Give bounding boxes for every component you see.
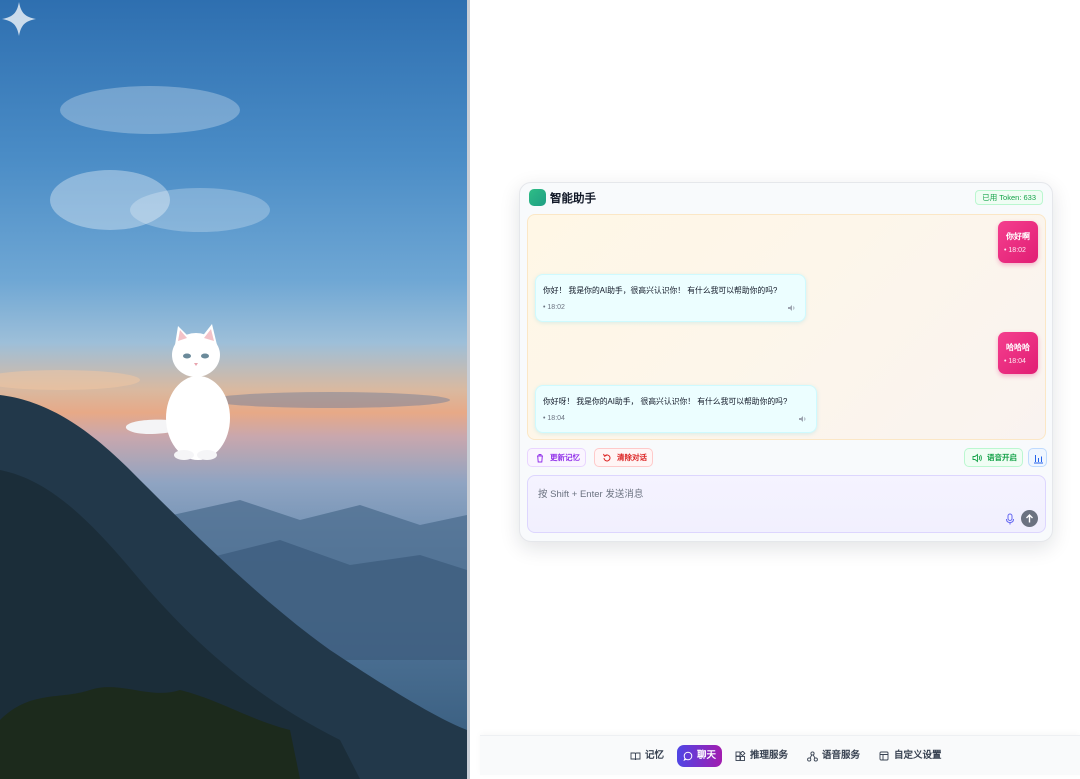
landscape-illustration bbox=[0, 86, 467, 779]
message-time: 18:02 bbox=[1008, 247, 1026, 254]
speaker-icon[interactable] bbox=[798, 415, 807, 425]
speaker-icon[interactable] bbox=[787, 304, 796, 314]
user-message: 你好啊 • 18:02 bbox=[998, 221, 1038, 263]
token-usage-badge: 已用 Token: 633 bbox=[975, 190, 1043, 205]
message-input-area[interactable] bbox=[527, 475, 1046, 533]
clear-chat-label: 清除对话 bbox=[617, 453, 647, 462]
microphone-icon[interactable] bbox=[1004, 513, 1016, 525]
cloud bbox=[0, 370, 140, 390]
nav-item-label: 语音服务 bbox=[822, 750, 861, 761]
chat-icon bbox=[683, 751, 693, 761]
update-memory-button[interactable]: 更新记忆 bbox=[527, 448, 586, 467]
voice-toggle-label: 语音开启 bbox=[987, 453, 1017, 462]
message-text: 你好啊 bbox=[1006, 232, 1030, 241]
nav-item-inference[interactable]: 推理服务 bbox=[735, 745, 788, 767]
refresh-icon bbox=[603, 453, 611, 462]
nav-item-label: 记忆 bbox=[645, 750, 665, 761]
volume-icon bbox=[972, 453, 982, 463]
update-memory-label: 更新记忆 bbox=[550, 453, 580, 462]
assistant-message: 你好！ 我是你的AI助手，很高兴认识你！ 有什么我可以帮助你的吗? • 18:0… bbox=[535, 274, 806, 322]
message-text: 你好呀！ 我是你的AI助手， 很高兴认识你！ 有什么我可以帮助你的吗? bbox=[543, 397, 788, 406]
arrow-up-icon bbox=[1026, 514, 1033, 523]
nodes-icon bbox=[807, 751, 818, 762]
user-message: 哈哈哈 • 18:04 bbox=[998, 332, 1038, 374]
clear-chat-button[interactable]: 清除对话 bbox=[594, 448, 653, 467]
layout-icon bbox=[879, 751, 889, 761]
panel-divider bbox=[467, 0, 470, 779]
message-input[interactable] bbox=[528, 476, 1045, 532]
nav-item-custom-settings[interactable]: 自定义设置 bbox=[879, 745, 942, 767]
message-text: 你好！ 我是你的AI助手，很高兴认识你！ 有什么我可以帮助你的吗? bbox=[543, 286, 778, 295]
trash-icon bbox=[537, 454, 543, 463]
cloud bbox=[130, 188, 270, 232]
message-list[interactable]: 你好啊 • 18:02 你好！ 我是你的AI助手，很高兴认识你！ 有什么我可以帮… bbox=[527, 214, 1046, 440]
assistant-logo-icon bbox=[529, 189, 546, 206]
book-icon bbox=[630, 752, 641, 761]
scenic-background bbox=[0, 0, 467, 779]
stats-button[interactable] bbox=[1028, 448, 1047, 467]
voice-toggle-button[interactable]: 语音开启 bbox=[964, 448, 1023, 467]
bar-chart-icon bbox=[1034, 455, 1043, 464]
send-button[interactable] bbox=[1021, 510, 1038, 527]
chat-panel: 智能助手 已用 Token: 633 你好啊 • 18:02 你好！ 我是你的A… bbox=[519, 182, 1053, 542]
white-cat bbox=[125, 324, 230, 460]
nav-item-memory[interactable]: 记忆 bbox=[630, 745, 664, 767]
assistant-message: 你好呀！ 我是你的AI助手， 很高兴认识你！ 有什么我可以帮助你的吗? • 18… bbox=[535, 385, 817, 433]
message-text: 哈哈哈 bbox=[1006, 343, 1030, 352]
message-time: 18:04 bbox=[547, 415, 565, 422]
message-time: 18:04 bbox=[1008, 358, 1026, 365]
nav-item-voice-service[interactable]: 语音服务 bbox=[807, 745, 860, 767]
message-time: 18:02 bbox=[547, 304, 565, 311]
nav-item-chat[interactable]: 聊天 bbox=[677, 745, 723, 767]
nav-item-label: 推理服务 bbox=[750, 750, 789, 761]
cloud bbox=[210, 392, 450, 408]
chat-header: 智能助手 已用 Token: 633 bbox=[520, 183, 1052, 213]
chat-title: 智能助手 bbox=[550, 193, 596, 205]
nav-item-label: 聊天 bbox=[697, 750, 717, 761]
bottom-navigation: 记忆 聊天 推理服务 语音服务 自定义设置 bbox=[480, 735, 1080, 775]
nav-item-label: 自定义设置 bbox=[894, 750, 942, 761]
sparkle-icon bbox=[2, 2, 36, 36]
apps-icon bbox=[735, 751, 746, 761]
cloud bbox=[60, 86, 240, 134]
